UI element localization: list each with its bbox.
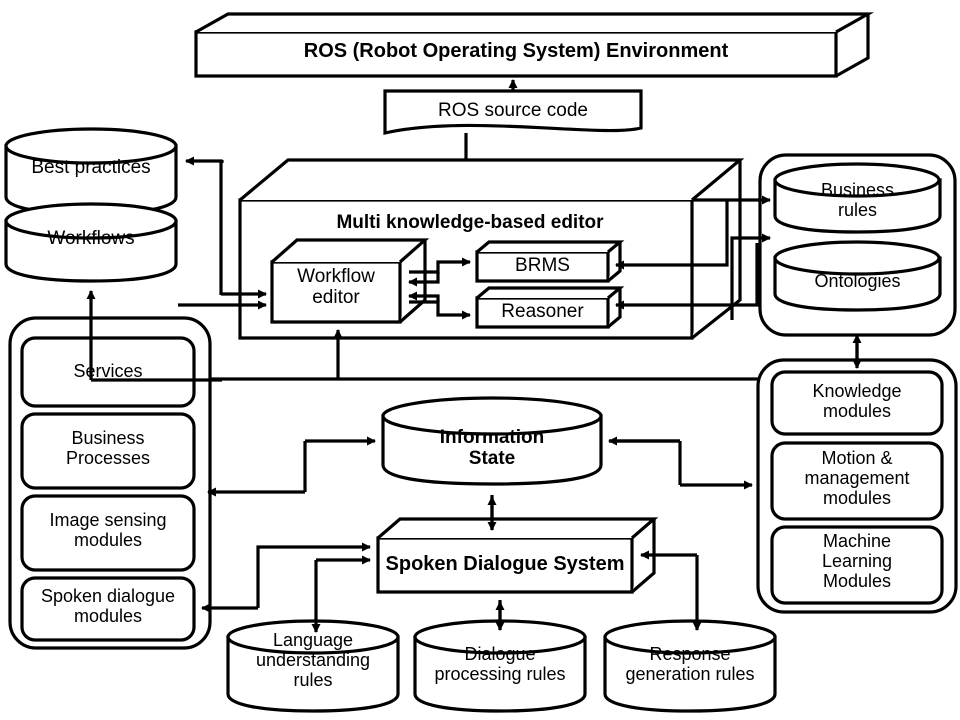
diagram-vector-layer	[4, 12, 958, 713]
robot-modules-group-shape	[756, 358, 958, 614]
spoken-dialogue-system-shape	[376, 517, 659, 594]
ros-environment-shape	[194, 12, 875, 78]
information-state-shape	[381, 396, 603, 486]
arrow-spoken-modules-to-sds	[256, 542, 371, 608]
language-understanding-rules-shape	[226, 619, 400, 713]
dialogue-processing-rules-shape	[413, 619, 587, 713]
ontologies-shape	[773, 240, 942, 312]
workflows-shape	[4, 202, 178, 283]
business-rules-shape	[773, 162, 942, 234]
arrow-editor-to-best-practices	[185, 156, 223, 295]
left-modules-group-shape	[8, 316, 212, 650]
brms-shape	[475, 240, 625, 283]
response-generation-rules-shape	[603, 619, 777, 713]
ros-source-code-shape	[383, 89, 643, 135]
best-practices-shape	[4, 127, 178, 216]
diagram-canvas: ROS (Robot Operating System) Environment…	[0, 0, 960, 720]
reasoner-shape	[475, 286, 625, 329]
